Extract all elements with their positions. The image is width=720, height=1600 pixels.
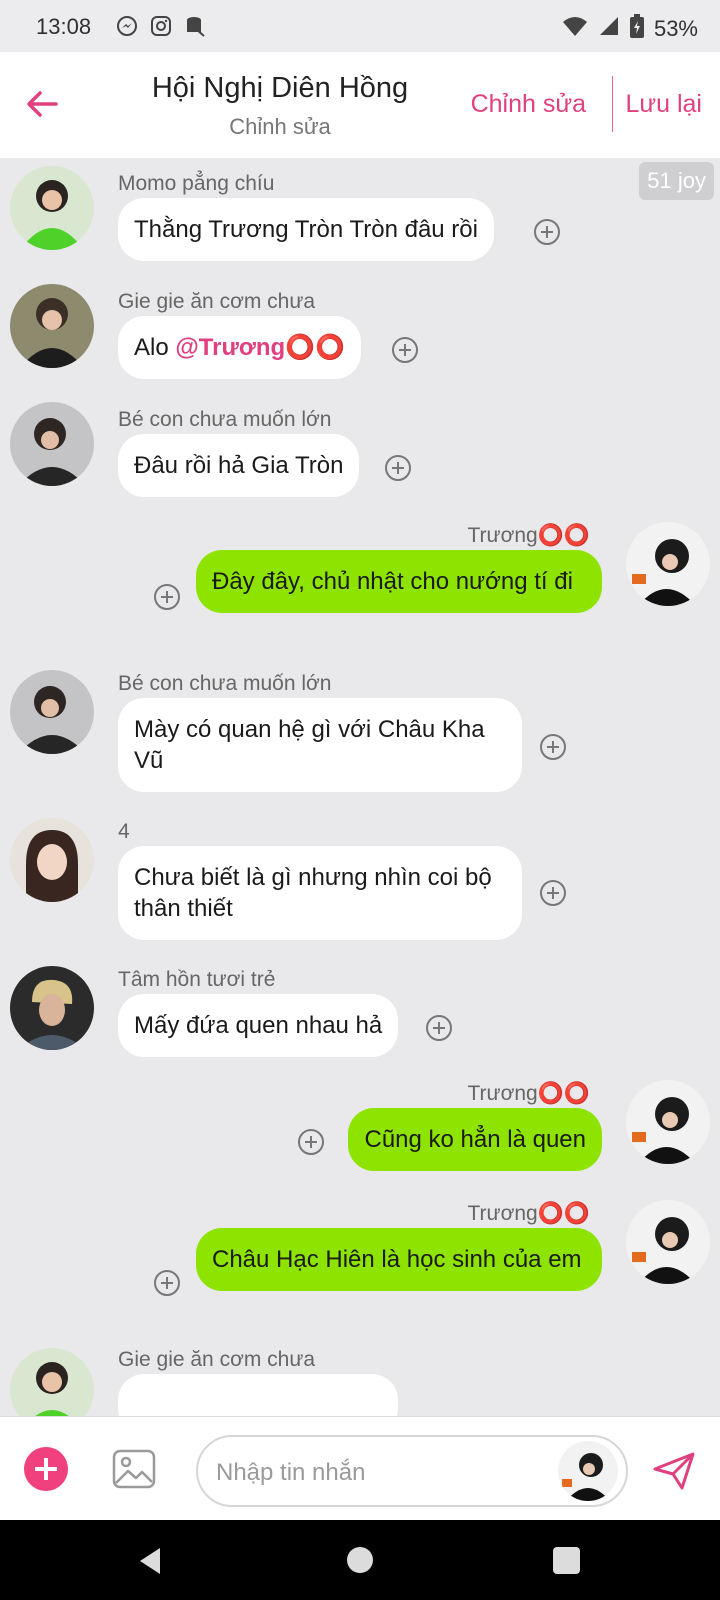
add-reaction-icon[interactable] (392, 337, 418, 363)
message-text: Alo (134, 334, 176, 361)
add-reaction-icon[interactable] (540, 880, 566, 906)
sender-name: Trương⭕⭕ (467, 1202, 590, 1225)
avatar[interactable] (10, 1348, 94, 1416)
nav-back-icon[interactable] (136, 1546, 166, 1576)
sender-name: Gie gie ăn cơm chưa (118, 1348, 316, 1371)
sticker-avatar[interactable] (558, 1441, 618, 1501)
battery-percent: 53% (653, 16, 698, 41)
edit-button[interactable]: Chỉnh sửa (471, 90, 586, 119)
chat-header: Hội Nghị Diên Hồng Chỉnh sửa Chỉnh sửa L… (0, 52, 720, 158)
system-status: 53% (562, 14, 698, 44)
message-bubble[interactable]: Mấy đứa quen nhau hả (118, 994, 399, 1057)
add-reaction-icon[interactable] (534, 219, 560, 245)
message-input[interactable]: Nhập tin nhắn (196, 1435, 628, 1507)
avatar[interactable] (10, 284, 94, 368)
system-navigation-bar (0, 1520, 720, 1600)
notification-icons (116, 15, 206, 37)
avatar[interactable] (626, 1080, 710, 1164)
nav-home-icon[interactable] (347, 1547, 373, 1573)
add-icon[interactable] (24, 1447, 68, 1491)
avatar[interactable] (10, 402, 94, 486)
sender-name: Trương⭕⭕ (467, 1082, 590, 1105)
add-reaction-icon[interactable] (154, 1270, 180, 1296)
add-reaction-icon[interactable] (385, 455, 411, 481)
sender-name: Trương⭕⭕ (467, 524, 590, 547)
header-divider (612, 76, 613, 132)
avatar[interactable] (10, 670, 94, 754)
message-bubble[interactable]: Thằng Trương Tròn Tròn đâu rồi (118, 198, 494, 261)
signal-icon (598, 15, 620, 43)
sender-name: Tâm hồn tươi trẻ (118, 968, 276, 991)
message-bubble[interactable]: Châu Hạc Hiên là học sinh của em (196, 1228, 602, 1291)
message-bubble[interactable]: Đây đây, chủ nhật cho nướng tí đi (196, 550, 602, 613)
save-button[interactable]: Lưu lại (625, 90, 702, 119)
joy-badge: 51 joy (639, 162, 714, 200)
status-time: 13:08 (36, 14, 92, 39)
wifi-icon (562, 15, 588, 43)
add-reaction-icon[interactable] (426, 1015, 452, 1041)
avatar[interactable] (626, 522, 710, 606)
add-reaction-icon[interactable] (154, 584, 180, 610)
image-icon[interactable] (112, 1447, 156, 1491)
sender-name: Momo pẳng chíu (118, 172, 275, 195)
message-list[interactable]: 51 joy Momo pẳng chíu Thằng Trương Tròn … (0, 158, 720, 1416)
nav-recent-icon[interactable] (553, 1547, 580, 1574)
instagram-icon (150, 15, 172, 37)
message-bubble[interactable]: Chưa biết là gì nhưng nhìn coi bộ thân t… (118, 846, 522, 940)
avatar[interactable] (10, 166, 94, 250)
sender-name: Bé con chưa muốn lớn (118, 408, 332, 431)
sender-name: Bé con chưa muốn lớn (118, 672, 332, 695)
sender-name: 4 (118, 820, 130, 843)
add-reaction-icon[interactable] (298, 1129, 324, 1155)
message-bubble[interactable]: Alo @Trương⭕⭕ (118, 316, 361, 379)
status-bar: 13:08 53% (0, 0, 720, 52)
message-bubble[interactable]: Cũng ko hẳn là quen (348, 1108, 602, 1171)
storage-icon (184, 15, 206, 37)
message-bubble[interactable]: Đâu rồi hả Gia Tròn (118, 434, 360, 497)
message-composer: Nhập tin nhắn (0, 1416, 720, 1520)
message-input-placeholder: Nhập tin nhắn (216, 1459, 366, 1486)
avatar[interactable] (10, 966, 94, 1050)
avatar[interactable] (10, 818, 94, 902)
battery-icon (629, 14, 644, 44)
mention-link[interactable]: @Trương⭕⭕ (175, 334, 345, 361)
sender-name: Gie gie ăn cơm chưa (118, 290, 316, 313)
avatar[interactable] (626, 1200, 710, 1284)
send-icon[interactable] (652, 1451, 696, 1491)
messenger-icon (116, 15, 138, 37)
message-bubble[interactable]: Mày có quan hệ gì với Châu Kha Vũ (118, 698, 522, 792)
add-reaction-icon[interactable] (540, 734, 566, 760)
message-bubble[interactable] (118, 1374, 398, 1416)
